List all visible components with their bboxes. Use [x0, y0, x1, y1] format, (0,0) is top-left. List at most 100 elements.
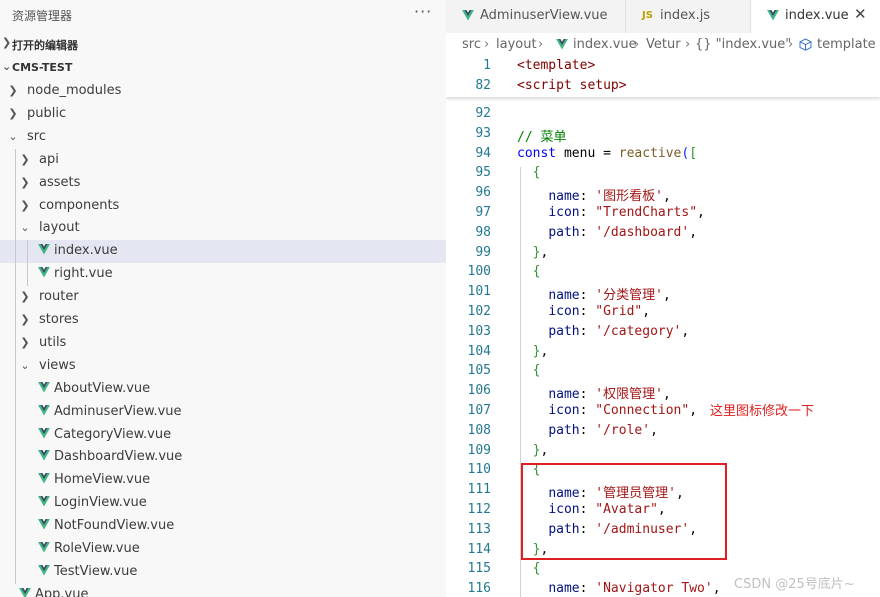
indent-guide — [520, 563, 521, 597]
indent-guide — [27, 240, 28, 287]
tree-item-label: index.vue — [54, 243, 118, 259]
tree-file[interactable]: AboutView.vue — [0, 378, 446, 401]
line-number: 110 — [467, 462, 491, 478]
chevron-right-icon: ❯ — [20, 175, 30, 189]
tree-file[interactable]: index.vue — [0, 240, 446, 264]
breadcrumb: src › layout › index.vue › Vetur › {} "i… — [446, 33, 880, 57]
tree-file[interactable]: RoleView.vue — [0, 538, 446, 561]
line-number: 94 — [475, 145, 491, 161]
tree-item-label: node_modules — [27, 83, 122, 98]
tree-item-label: TestView.vue — [54, 563, 138, 579]
tab-label: AdminuserView.vue — [480, 8, 608, 23]
breadcrumb-separator: › — [788, 37, 794, 52]
line-number: 92 — [475, 106, 491, 121]
tree-item-label: stores — [39, 312, 79, 327]
tab-adminuserview[interactable]: AdminuserView.vue — [446, 0, 626, 33]
tree-folder[interactable]: ⌄ layout — [0, 217, 446, 240]
code-line: icon: "Grid", — [548, 304, 651, 319]
tree-file[interactable]: DashboardView.vue — [0, 446, 446, 469]
tree-file[interactable]: AdminuserView.vue — [0, 401, 446, 424]
code-editor[interactable]: 91const currentMenu = ref([]);9293// 菜单9… — [446, 57, 880, 597]
vue-file-icon — [38, 473, 50, 484]
tab-bar: AdminuserView.vue JS index.js index.vue … — [446, 0, 880, 33]
close-icon[interactable]: ✕ — [854, 5, 867, 23]
line-number: 102 — [467, 304, 491, 319]
chevron-down-icon: ⌄ — [8, 129, 18, 143]
line-number: 93 — [475, 125, 491, 141]
breadcrumb-separator: › — [634, 37, 640, 52]
breadcrumb-item[interactable]: Vetur — [646, 37, 681, 52]
line-number: 112 — [467, 502, 491, 517]
tree-file[interactable]: TestView.vue — [0, 561, 446, 584]
line-number: 104 — [467, 343, 491, 359]
explorer-sidebar: 资源管理器 ··· ❯ 打开的编辑器 ⌄ CMS-TEST ❯ node_modu… — [0, 0, 446, 597]
line-number: 97 — [475, 205, 491, 220]
tree-folder[interactable]: ❯ components — [0, 195, 446, 218]
code-line: path: '/role', — [548, 422, 658, 438]
line-number: 105 — [467, 363, 491, 379]
tab-label: index.js — [660, 8, 711, 23]
tab-index-js[interactable]: JS index.js — [626, 0, 751, 33]
tree-item-label: NotFoundView.vue — [54, 518, 175, 534]
code-line: }, — [532, 442, 549, 458]
tree-file[interactable]: HomeView.vue — [0, 469, 446, 492]
open-editors-section[interactable]: ❯ 打开的编辑器 — [0, 33, 446, 55]
breadcrumb-item[interactable]: index.vue — [573, 37, 637, 52]
tree-folder[interactable]: ⌄ src — [0, 126, 446, 149]
chevron-right-icon: ❯ — [20, 152, 30, 166]
vue-icon — [462, 10, 474, 21]
chevron-right-icon: ❯ — [20, 335, 30, 349]
sticky-line: <template> — [517, 58, 595, 73]
line-number: 106 — [467, 383, 491, 399]
tree-item-label: RoleView.vue — [54, 541, 140, 556]
more-actions-icon[interactable]: ··· — [414, 2, 432, 21]
chevron-right-icon: ❯ — [20, 198, 30, 212]
breadcrumb-item[interactable]: layout — [496, 37, 537, 52]
code-text: <template> — [517, 58, 596, 73]
tree-folder[interactable]: ❯ utils — [0, 332, 446, 355]
line-number: 101 — [467, 284, 491, 300]
line-number: 113 — [467, 521, 491, 537]
tree-folder[interactable]: ❯ api — [0, 149, 446, 172]
watermark: CSDN @25号底片~ — [734, 577, 855, 592]
tree-file[interactable]: CategoryView.vue — [0, 424, 446, 447]
tree-folder[interactable]: ❯ router — [0, 286, 446, 309]
annotation-highlight-box — [521, 463, 727, 560]
line-number: 115 — [467, 561, 491, 577]
breadcrumb-item[interactable]: {} "index.vue" — [695, 37, 791, 52]
tree-file[interactable]: App.vue — [0, 584, 446, 597]
chevron-right-icon: ❯ — [2, 36, 12, 49]
vue-file-icon — [38, 564, 50, 576]
vue-icon — [556, 39, 568, 50]
breadcrumb-item[interactable]: template — [817, 37, 876, 52]
sticky-line: <script setup> — [517, 78, 627, 93]
sticky-scroll[interactable]: 1 <template> 82 <script setup> — [446, 57, 880, 97]
tree-item-label: layout — [39, 220, 80, 236]
tab-index-vue[interactable]: index.vue ✕ — [751, 0, 880, 33]
breadcrumb-item[interactable]: src — [462, 37, 481, 52]
project-section[interactable]: ⌄ CMS-TEST — [0, 57, 446, 79]
tree-item-label: views — [39, 357, 76, 373]
code-line: icon: "TrendCharts", — [548, 205, 705, 220]
tree-folder[interactable]: ❯ node_modules — [0, 80, 446, 103]
indent-guide — [520, 266, 521, 366]
tree-file[interactable]: NotFoundView.vue — [0, 515, 446, 538]
tree-item-label: router — [39, 289, 79, 305]
tree-folder[interactable]: ❯ assets — [0, 172, 446, 195]
tree-file[interactable]: LoginView.vue — [0, 492, 446, 515]
code-line: // 菜单 — [517, 129, 567, 145]
js-icon: JS — [642, 10, 653, 21]
chevron-right-icon: ❯ — [8, 106, 18, 120]
line-number: 95 — [475, 165, 491, 181]
code-line: }, — [532, 244, 549, 260]
tree-file[interactable]: right.vue — [0, 263, 446, 286]
tree-item-label: right.vue — [54, 266, 113, 282]
tree-item-label: components — [39, 197, 120, 213]
tree-folder[interactable]: ❯ public — [0, 103, 446, 126]
code-line: path: '/dashboard', — [548, 224, 698, 240]
code-line: }, — [532, 343, 549, 359]
tree-folder[interactable]: ❯ stores — [0, 309, 446, 332]
vue-file-icon — [38, 267, 50, 278]
tab-label: index.vue — [785, 8, 849, 23]
tree-folder[interactable]: ⌄ views — [0, 355, 446, 378]
